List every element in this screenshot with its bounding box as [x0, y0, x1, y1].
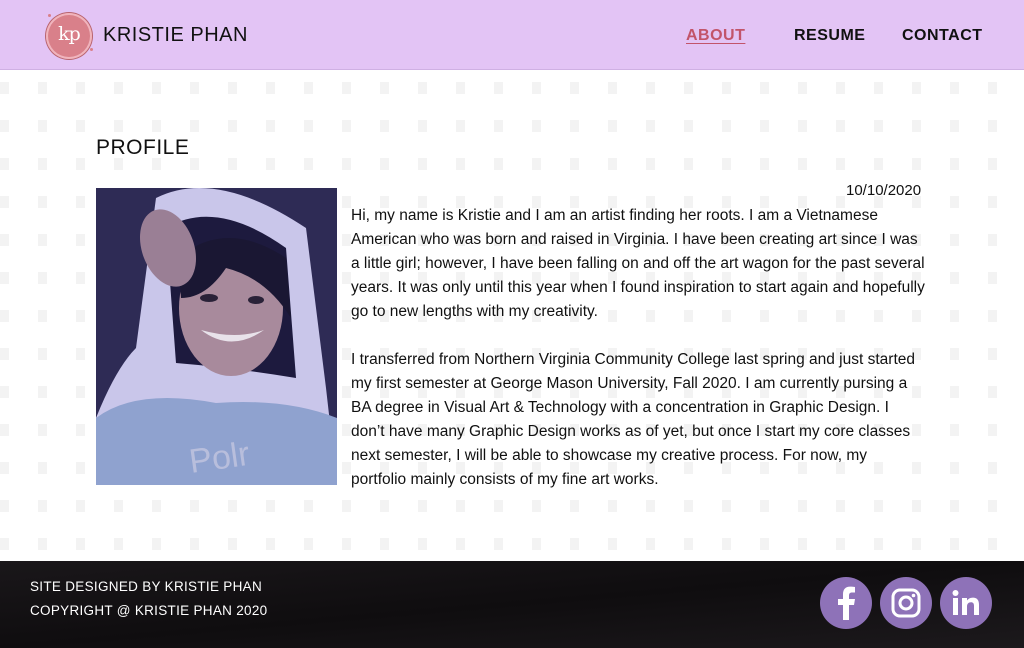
logo-decoration [90, 48, 93, 51]
linkedin-icon[interactable] [940, 577, 992, 629]
post-date: 10/10/2020 [846, 182, 922, 199]
logo-decoration [48, 14, 51, 17]
bio-paragraph: Hi, my name is Kristie and I am an artis… [351, 207, 925, 320]
profile-photo: Polr [96, 188, 337, 485]
nav-contact[interactable]: CONTACT [902, 27, 983, 45]
footer-copyright: COPYRIGHT @ KRISTIE PHAN 2020 [30, 603, 268, 618]
profile-bio: Hi, my name is Kristie and I am an artis… [351, 204, 926, 516]
nav-resume[interactable]: RESUME [794, 27, 865, 45]
page-title: PROFILE [96, 136, 190, 159]
instagram-icon[interactable] [880, 577, 932, 629]
logo-badge[interactable]: kp [46, 13, 92, 59]
site-header: kp KRISTIE PHAN ABOUT RESUME CONTACT [0, 0, 1024, 70]
logo-text: kp [58, 23, 81, 45]
facebook-icon[interactable] [820, 577, 872, 629]
bio-paragraph: I transferred from Northern Virginia Com… [351, 351, 915, 488]
nav-about[interactable]: ABOUT [686, 27, 745, 45]
footer-credit: SITE DESIGNED BY KRISTIE PHAN [30, 579, 263, 594]
site-brand-name[interactable]: KRISTIE PHAN [103, 24, 248, 47]
